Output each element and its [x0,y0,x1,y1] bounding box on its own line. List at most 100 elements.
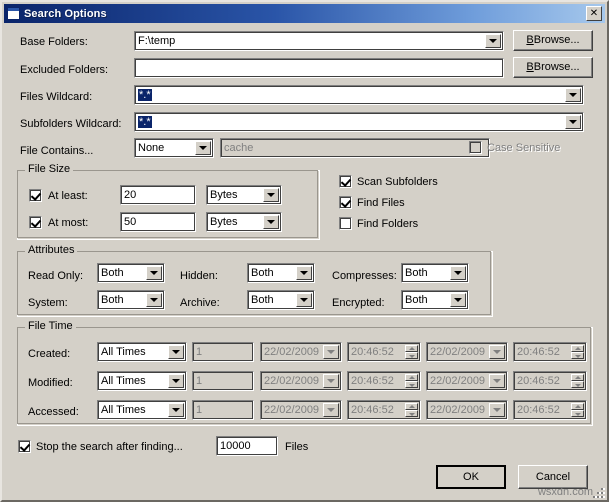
modified-date-to-value: 22/02/2009 [430,375,486,387]
chevron-down-icon[interactable] [263,215,279,229]
chevron-down-icon[interactable] [450,293,466,307]
modified-mode-combo[interactable]: All Times [97,371,187,391]
read-only-value: Both [101,267,124,279]
case-sensitive-checkbox[interactable] [469,141,482,154]
chevron-down-icon[interactable] [146,266,162,280]
find-files-checkbox[interactable] [339,196,352,209]
spinner-arrows-icon[interactable] [571,374,584,388]
chevron-down-icon[interactable] [296,293,312,307]
created-mode-value: All Times [101,346,146,358]
file-contains-text-input[interactable]: cache [220,138,490,158]
modified-mode-value: All Times [101,375,146,387]
accessed-date-to-combo[interactable]: 22/02/2009 [426,400,508,420]
created-amount-value: 1 [196,346,203,358]
compresses-value: Both [405,267,428,279]
at-most-checkbox[interactable] [29,216,42,229]
system-combo[interactable]: Both [97,290,165,310]
file-contains-text-placeholder: cache [224,142,254,154]
search-options-dialog: Search Options Base Folders: F:\temp BBr… [0,0,609,502]
files-wildcard-label: Files Wildcard: [20,91,93,103]
at-most-unit-combo[interactable]: Bytes [206,212,282,232]
accessed-time-from-spinner[interactable]: 20:46:52 [347,400,421,420]
spinner-arrows-icon[interactable] [571,403,584,417]
compresses-combo[interactable]: Both [401,263,469,283]
chevron-down-icon[interactable] [168,345,184,359]
base-folders-combo[interactable]: F:\temp [134,31,504,51]
chevron-down-icon[interactable] [489,374,505,388]
accessed-amount-input[interactable]: 1 [192,400,254,420]
created-date-to-combo[interactable]: 22/02/2009 [426,342,508,362]
browse-excluded-folders-button[interactable]: BBrowse... [513,57,593,78]
accessed-time-to-spinner[interactable]: 20:46:52 [513,400,587,420]
chevron-down-icon[interactable] [195,141,211,155]
accessed-date-from-combo[interactable]: 22/02/2009 [260,400,342,420]
chevron-down-icon[interactable] [146,293,162,307]
at-least-value-input[interactable]: 20 [120,185,196,205]
created-time-to-spinner[interactable]: 20:46:52 [513,342,587,362]
chevron-down-icon[interactable] [565,115,581,129]
at-least-checkbox[interactable] [29,189,42,202]
chevron-down-icon[interactable] [489,345,505,359]
chevron-down-icon[interactable] [263,188,279,202]
browse-base-folders-button[interactable]: BBrowse... [513,30,593,51]
subfolders-wildcard-combo[interactable]: *.* [134,112,584,132]
chevron-down-icon[interactable] [323,374,339,388]
modified-date-from-combo[interactable]: 22/02/2009 [260,371,342,391]
scan-subfolders-checkbox[interactable] [339,175,352,188]
ok-button[interactable]: OK [436,465,506,489]
encrypted-value: Both [405,294,428,306]
chevron-down-icon[interactable] [296,266,312,280]
stop-search-checkbox[interactable] [18,440,31,453]
created-amount-input[interactable]: 1 [192,342,254,362]
hidden-label: Hidden: [180,270,218,282]
spinner-arrows-icon[interactable] [405,345,418,359]
spinner-arrows-icon[interactable] [405,403,418,417]
created-date-from-combo[interactable]: 22/02/2009 [260,342,342,362]
created-date-from-value: 22/02/2009 [264,346,320,358]
find-folders-checkbox[interactable] [339,217,352,230]
read-only-combo[interactable]: Both [97,263,165,283]
chevron-down-icon[interactable] [485,34,501,48]
accessed-mode-combo[interactable]: All Times [97,400,187,420]
title-bar: Search Options [4,4,605,23]
chevron-down-icon[interactable] [323,345,339,359]
stop-search-count-input[interactable]: 10000 [216,436,278,456]
chevron-down-icon[interactable] [168,374,184,388]
created-mode-combo[interactable]: All Times [97,342,187,362]
at-least-unit-value: Bytes [210,189,238,201]
created-time-from-spinner[interactable]: 20:46:52 [347,342,421,362]
hidden-combo[interactable]: Both [247,263,315,283]
modified-amount-input[interactable]: 1 [192,371,254,391]
modified-date-to-combo[interactable]: 22/02/2009 [426,371,508,391]
files-wildcard-value: *.* [138,89,152,101]
excluded-folders-input[interactable] [134,58,504,78]
accessed-time-to-value: 20:46:52 [517,404,560,416]
files-wildcard-combo[interactable]: *.* [134,85,584,105]
hidden-value: Both [251,267,274,279]
spinner-arrows-icon[interactable] [405,374,418,388]
modified-time-to-spinner[interactable]: 20:46:52 [513,371,587,391]
file-contains-mode-value: None [138,142,165,154]
subfolders-wildcard-label: Subfolders Wildcard: [20,118,122,130]
chevron-down-icon[interactable] [168,403,184,417]
file-contains-mode-combo[interactable]: None [134,138,214,158]
accessed-amount-value: 1 [196,404,203,416]
resize-grip-icon[interactable] [593,486,605,498]
at-most-value-input[interactable]: 50 [120,212,196,232]
chevron-down-icon[interactable] [489,403,505,417]
at-least-value: 20 [124,189,137,201]
file-time-group-title: File Time [25,321,76,332]
subfolders-wildcard-value: *.* [138,116,152,128]
cancel-button-label: Cancel [535,471,571,483]
read-only-label: Read Only: [28,270,84,282]
at-least-unit-combo[interactable]: Bytes [206,185,282,205]
chevron-down-icon[interactable] [323,403,339,417]
chevron-down-icon[interactable] [450,266,466,280]
chevron-down-icon[interactable] [565,88,581,102]
encrypted-combo[interactable]: Both [401,290,469,310]
stop-search-count-value: 10000 [220,440,251,452]
archive-combo[interactable]: Both [247,290,315,310]
modified-time-from-spinner[interactable]: 20:46:52 [347,371,421,391]
spinner-arrows-icon[interactable] [571,345,584,359]
close-icon[interactable] [586,6,602,22]
